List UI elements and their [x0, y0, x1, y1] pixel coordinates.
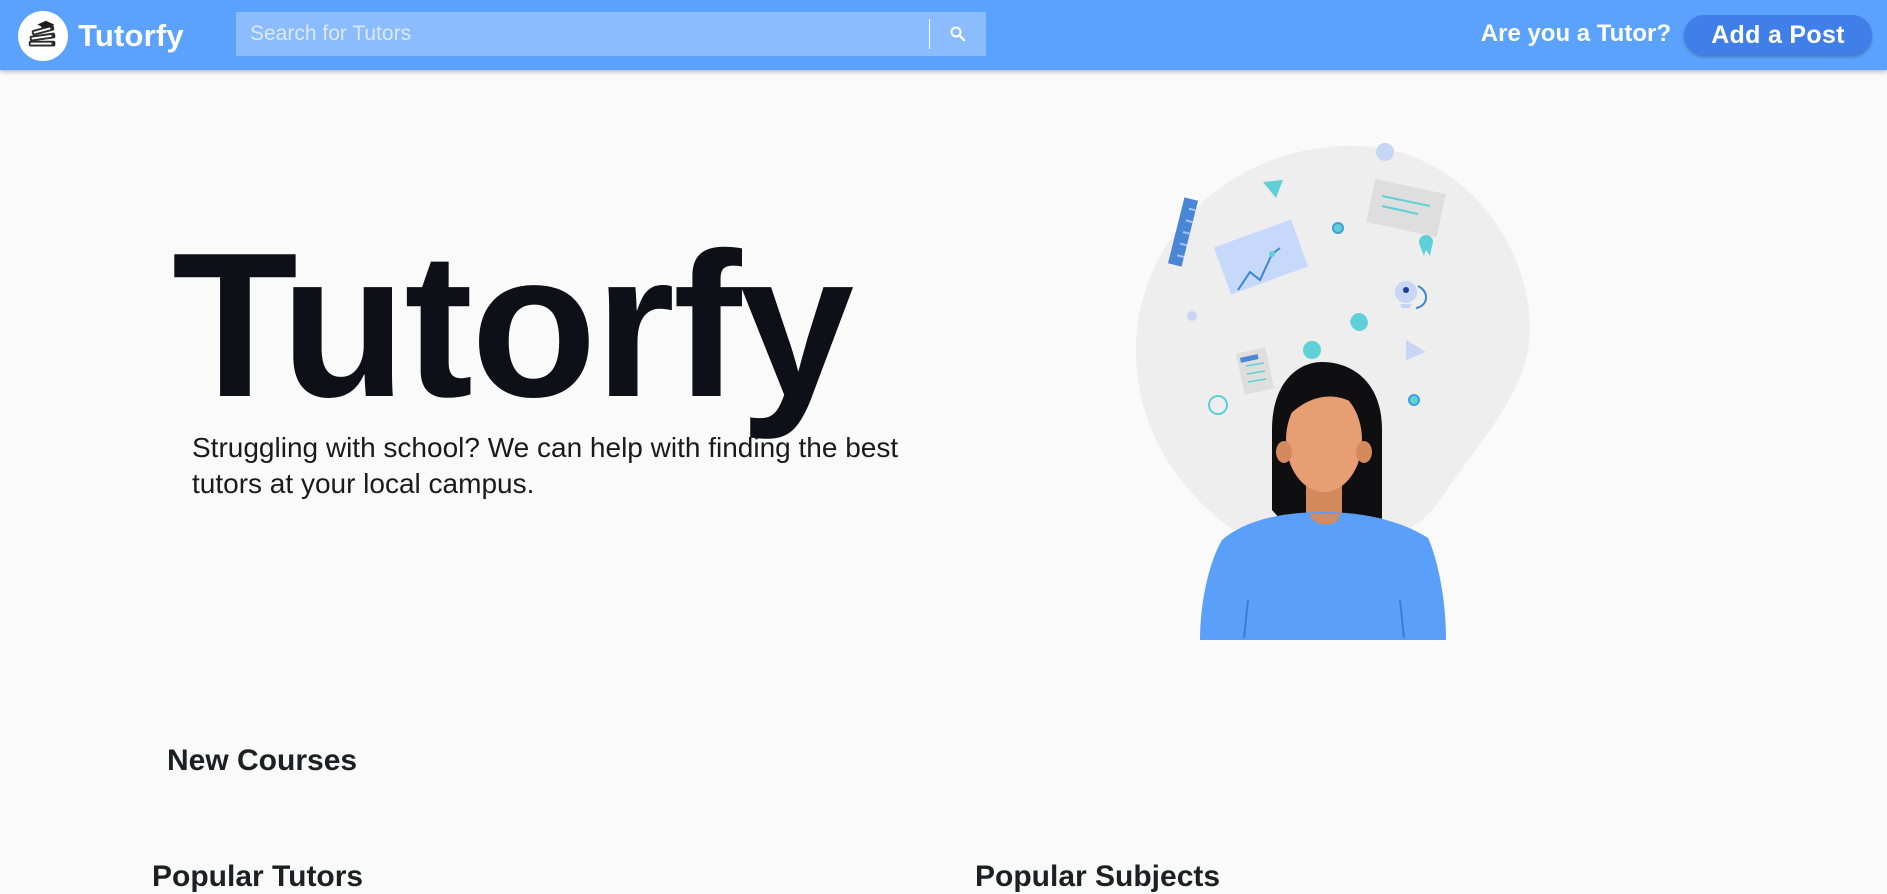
search-input[interactable]	[236, 12, 929, 56]
search-button[interactable]	[930, 12, 986, 56]
tutor-prompt-link[interactable]: Are you a Tutor?	[1481, 20, 1671, 48]
brand[interactable]: Tutorfy	[18, 11, 184, 61]
add-post-button[interactable]: Add a Post	[1684, 15, 1872, 55]
hero-tagline: Struggling with school? We can help with…	[192, 432, 899, 499]
student-illustration	[1136, 143, 1530, 640]
hero-title: Tutorfy	[172, 210, 854, 440]
brand-name: Tutorfy	[78, 18, 184, 53]
books-logo-icon	[18, 11, 68, 61]
navbar: Tutorfy Are you a Tutor? Add a Post	[0, 0, 1887, 70]
heading-popular-tutors: Popular Tutors	[152, 860, 364, 893]
search-bar	[236, 12, 986, 56]
heading-new-courses: New Courses	[167, 744, 358, 777]
search-icon	[950, 26, 966, 42]
heading-popular-subjects: Popular Subjects	[975, 860, 1221, 893]
